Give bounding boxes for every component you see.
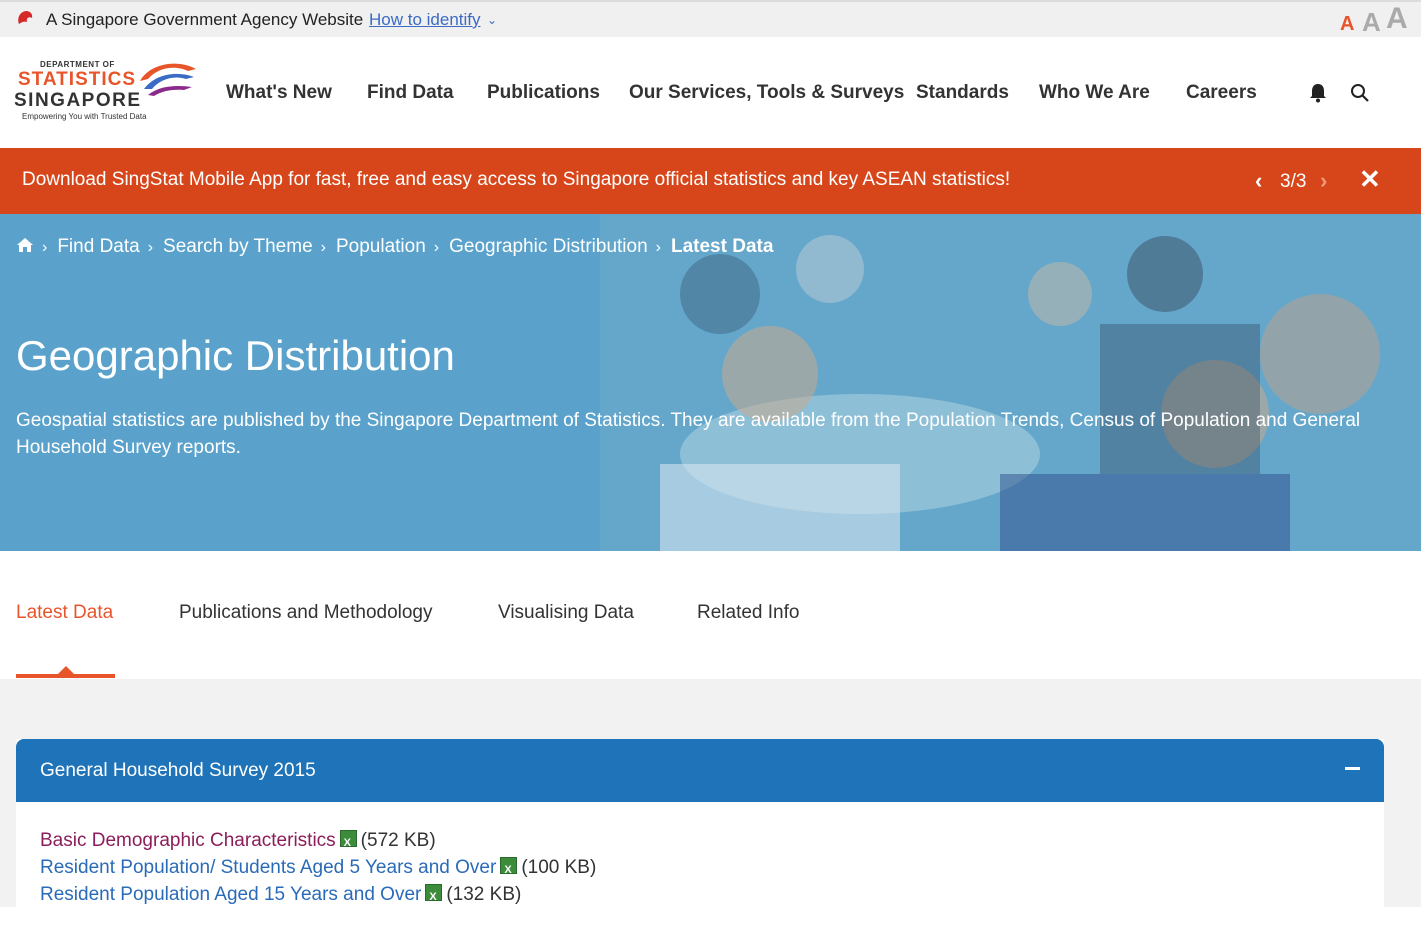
app-download-banner: Download SingStat Mobile App for fast, f… <box>0 148 1421 214</box>
page-description: Geospatial statistics are published by t… <box>16 410 1361 458</box>
nav-standards[interactable]: Standards <box>916 82 1009 104</box>
accordion-panel: General Household Survey 2015 Basic Demo… <box>16 739 1384 939</box>
main-content: General Household Survey 2015 Basic Demo… <box>0 679 1421 939</box>
dos-logo[interactable]: DEPARTMENT OF STATISTICS SINGAPORE Empow… <box>14 57 202 127</box>
list-item: Resident Population/ Students Aged 5 Yea… <box>40 854 597 884</box>
chevron-down-icon[interactable]: ⌄ <box>487 13 497 27</box>
logo-line-department: DEPARTMENT OF <box>40 60 115 69</box>
file-size: (572 KB) <box>360 830 436 851</box>
banner-message[interactable]: Download SingStat Mobile App for fast, f… <box>22 169 1010 191</box>
family-photo-background <box>0 214 1421 551</box>
breadcrumb: › Find Data › Search by Theme › Population › Ge… <box>16 236 781 258</box>
font-size-small-button[interactable]: A <box>1340 13 1354 36</box>
excel-file-icon <box>500 857 518 884</box>
breadcrumb-separator: › <box>320 239 326 256</box>
active-tab-indicator-notch <box>58 666 74 674</box>
excel-file-icon <box>425 884 443 911</box>
nav-careers[interactable]: Careers <box>1186 82 1257 104</box>
accordion-header[interactable]: General Household Survey 2015 <box>16 739 1384 802</box>
logo-line-singapore: SINGAPORE <box>14 90 142 111</box>
banner-counter: 3/3 <box>1280 171 1307 192</box>
breadcrumb-population[interactable]: Population <box>336 236 426 257</box>
download-list: Basic Demographic Characteristics (572 KB… <box>40 827 597 911</box>
singapore-lion-icon <box>18 11 33 24</box>
active-tab-underline <box>16 674 115 678</box>
nav-find-data[interactable]: Find Data <box>367 82 454 104</box>
list-item: Basic Demographic Characteristics (572 KB… <box>40 827 596 857</box>
download-link[interactable]: Resident Population Aged 15 Years and Ov… <box>40 884 421 905</box>
file-size: (100 KB) <box>521 857 597 878</box>
download-link[interactable]: Basic Demographic Characteristics <box>40 830 336 851</box>
nav-publications[interactable]: Publications <box>487 82 600 104</box>
logo-tagline: Empowering You with Trusted Data <box>22 112 147 121</box>
breadcrumb-separator: › <box>147 239 154 256</box>
tab-visualising-data[interactable]: Visualising Data <box>498 602 634 624</box>
home-icon[interactable] <box>16 237 34 253</box>
file-size: (132 KB) <box>446 884 522 905</box>
collapse-icon[interactable] <box>1345 767 1360 770</box>
font-size-medium-button[interactable]: A <box>1362 7 1381 38</box>
search-icon[interactable] <box>1350 83 1370 103</box>
breadcrumb-separator: › <box>433 239 440 256</box>
bell-icon[interactable] <box>1309 83 1327 103</box>
breadcrumb-geographic-distribution[interactable]: Geographic Distribution <box>449 236 648 257</box>
site-header: DEPARTMENT OF STATISTICS SINGAPORE Empow… <box>0 37 1421 148</box>
tab-related-info[interactable]: Related Info <box>697 602 799 624</box>
breadcrumb-find-data[interactable]: Find Data <box>57 236 139 257</box>
logo-line-statistics: STATISTICS <box>18 69 137 90</box>
how-to-identify-link[interactable]: How to identify <box>369 10 481 30</box>
page-title: Geographic Distribution <box>16 332 455 379</box>
government-masthead: A Singapore Government Agency Website Ho… <box>0 0 1421 37</box>
content-tabs: Latest Data Publications and Methodology… <box>0 551 1421 680</box>
tab-latest-data[interactable]: Latest Data <box>16 602 113 624</box>
download-link[interactable]: Resident Population/ Students Aged 5 Yea… <box>40 857 496 878</box>
accordion-title: General Household Survey 2015 <box>40 760 316 781</box>
nav-services-tools-surveys[interactable]: Our Services, Tools & Surveys <box>629 82 904 104</box>
breadcrumb-search-by-theme[interactable]: Search by Theme <box>163 236 313 257</box>
breadcrumb-separator: › <box>42 239 48 256</box>
tab-publications-methodology[interactable]: Publications and Methodology <box>179 602 433 624</box>
list-item: Resident Population Aged 15 Years and Ov… <box>40 881 596 911</box>
nav-whats-new[interactable]: What's New <box>226 82 332 104</box>
logo-swoosh-icon <box>140 63 196 96</box>
breadcrumb-current: Latest Data <box>670 236 774 257</box>
chevron-left-icon[interactable]: ‹ <box>1255 168 1262 194</box>
gov-agency-text: A Singapore Government Agency Website <box>46 10 364 29</box>
font-size-large-button[interactable]: A <box>1386 2 1408 36</box>
breadcrumb-separator: › <box>655 239 661 256</box>
hero-banner: › Find Data › Search by Theme › Population › Ge… <box>0 214 1421 551</box>
nav-who-we-are[interactable]: Who We Are <box>1039 82 1150 104</box>
close-icon[interactable]: ✕ <box>1359 164 1381 195</box>
chevron-right-icon[interactable]: › <box>1320 168 1327 194</box>
excel-file-icon <box>339 830 357 857</box>
